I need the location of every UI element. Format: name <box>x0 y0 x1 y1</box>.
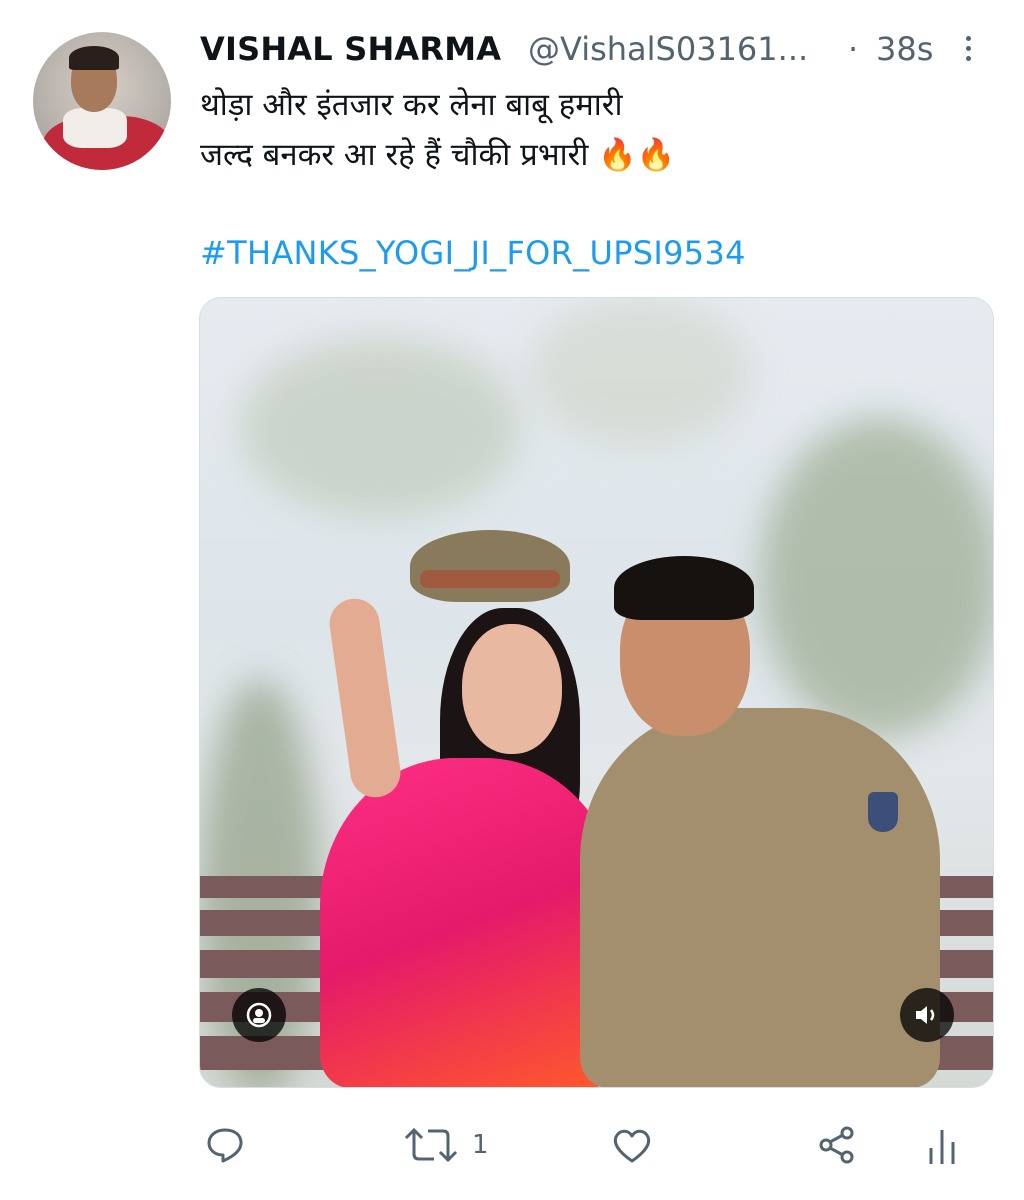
tweet-actions: 1 <box>0 1112 1024 1176</box>
man-uniform <box>580 708 940 1087</box>
man-hair <box>614 556 754 620</box>
reply-icon[interactable] <box>204 1120 246 1170</box>
heart-icon[interactable] <box>610 1120 654 1170</box>
retweet-icon <box>400 1124 462 1166</box>
police-cap-band <box>420 570 560 588</box>
woman-face <box>462 624 562 754</box>
author-name[interactable]: VISHAL SHARMA <box>200 30 501 68</box>
tweet-header: VISHAL SHARMA @VishalS03161... · 38s <box>200 30 1000 68</box>
woman-arm <box>326 595 404 801</box>
analytics-icon[interactable] <box>925 1120 959 1170</box>
background-foliage <box>240 338 520 518</box>
avatar-hair <box>69 46 119 70</box>
retweet-action[interactable]: 1 <box>400 1120 489 1170</box>
author-handle[interactable]: @VishalS03161... <box>528 30 808 68</box>
tweet-text-line: थोड़ा और इंतजार कर लेना बाबू हमारी <box>200 87 623 123</box>
shoulder-badge <box>868 792 898 832</box>
volume-icon[interactable] <box>900 988 954 1042</box>
background-foliage <box>760 418 993 738</box>
more-vertical-icon[interactable] <box>958 30 978 66</box>
retweet-count: 1 <box>472 1130 489 1160</box>
hashtag-link[interactable]: #THANKS_YOGI_JI_FOR_UPSI9534 <box>200 234 746 272</box>
police-cap <box>410 530 570 602</box>
share-icon[interactable] <box>815 1120 859 1170</box>
timestamp[interactable]: 38s <box>876 30 933 68</box>
background-foliage <box>530 298 750 448</box>
tweet-text-line: जल्द बनकर आ रहे हैं चौकी प्रभारी 🔥🔥 <box>200 137 676 173</box>
separator-dot: · <box>848 30 859 68</box>
avatar-scarf <box>63 108 127 148</box>
tweet-text: थोड़ा और इंतजार कर लेना बाबू हमारी जल्द … <box>200 80 990 180</box>
user-tag-icon[interactable] <box>232 988 286 1042</box>
tweet-media-video[interactable] <box>199 297 994 1088</box>
woman-saree <box>320 758 620 1087</box>
avatar[interactable] <box>33 32 171 170</box>
